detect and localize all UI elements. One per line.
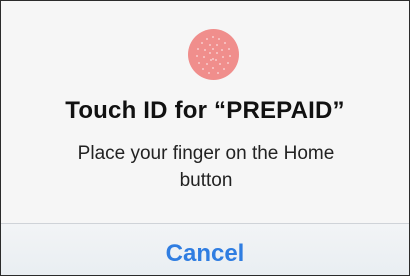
cancel-button[interactable]: Cancel — [1, 224, 409, 275]
dialog-title: Touch ID for “PREPAID” — [65, 97, 345, 124]
fingerprint-icon — [188, 29, 239, 80]
dialog-content: Touch ID for “PREPAID” Place your finger… — [1, 1, 409, 223]
dialog-message: Place your finger on the Home button — [77, 143, 335, 191]
touch-id-dialog: Touch ID for “PREPAID” Place your finger… — [0, 0, 410, 276]
cancel-button-label: Cancel — [165, 240, 245, 267]
